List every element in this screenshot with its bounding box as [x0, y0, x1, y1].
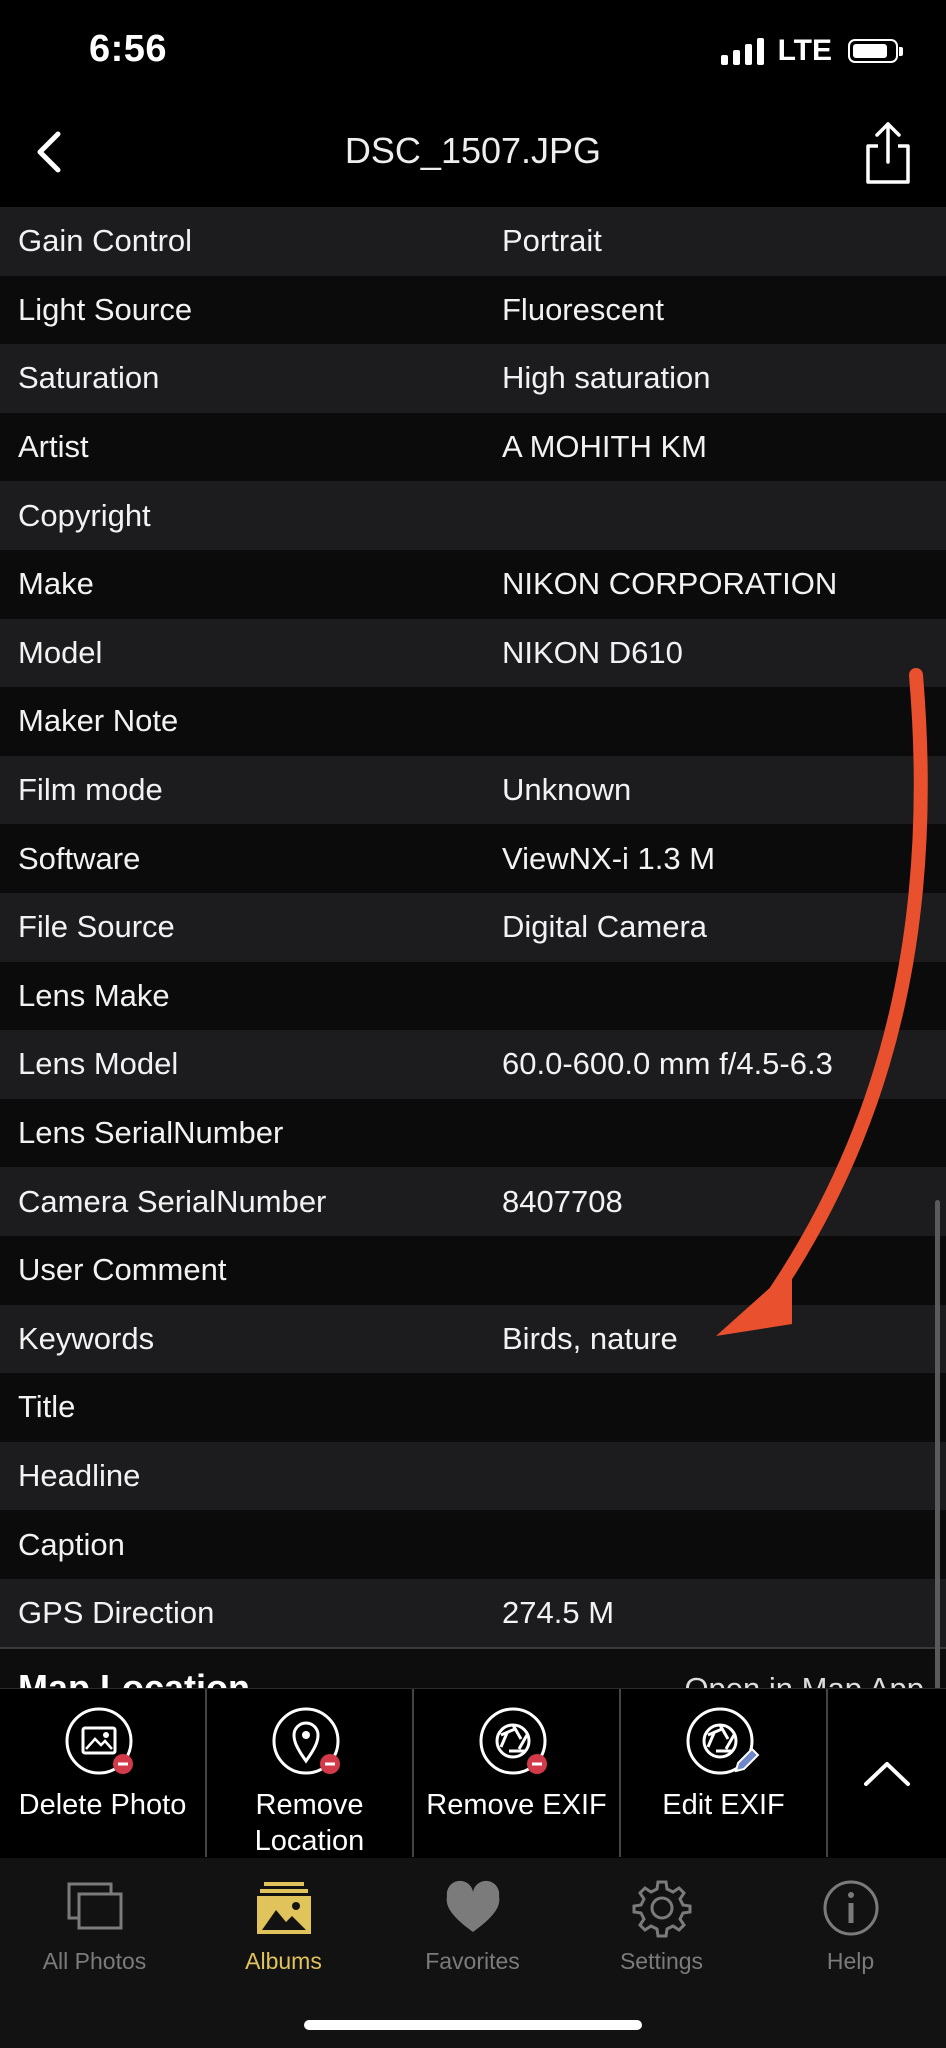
scrollbar[interactable] — [935, 1200, 940, 1695]
info-row-copyright: Copyright — [0, 481, 946, 550]
info-label: Title — [18, 1389, 76, 1425]
info-row-maker-note: Maker Note — [0, 687, 946, 756]
info-value: Birds, nature — [502, 1320, 678, 1356]
share-icon — [866, 122, 910, 184]
info-label: Software — [18, 840, 141, 876]
edit-exif-button[interactable]: Edit EXIF — [621, 1689, 828, 1857]
info-row-light-source: Light Source Fluorescent — [0, 275, 946, 345]
delete-photo-button[interactable]: Delete Photo — [0, 1689, 207, 1857]
info-row-headline: Headline — [0, 1441, 946, 1511]
info-row-title: Title — [0, 1373, 946, 1442]
status-indicators: LTE — [720, 34, 903, 68]
info-label: File Source — [18, 909, 175, 945]
status-time: 6:56 — [89, 28, 168, 70]
info-label: Maker Note — [18, 703, 179, 739]
info-label: Gain Control — [18, 223, 193, 259]
info-label: Film mode — [18, 772, 163, 808]
info-label: Lens SerialNumber — [18, 1115, 284, 1151]
info-row-keywords: Keywords Birds, nature — [0, 1304, 946, 1374]
info-row-make: Make NIKON CORPORATION — [0, 549, 946, 619]
info-label: Model — [18, 634, 103, 670]
info-label: Make — [18, 566, 94, 602]
tab-label: Help — [826, 1948, 875, 1974]
remove-location-label: Remove Location — [254, 1789, 365, 1857]
info-row-lens-model: Lens Model 60.0-600.0 mm f/4.5-6.3 — [0, 1030, 946, 1099]
info-row-file-source: File Source Digital Camera — [0, 892, 946, 962]
network-label: LTE — [777, 34, 832, 67]
info-row-camera-serial: Camera SerialNumber 8407708 — [0, 1167, 946, 1236]
info-value: Fluorescent — [502, 291, 664, 327]
delete-photo-label: Delete Photo — [18, 1789, 187, 1821]
info-label: Lens Make — [18, 977, 170, 1013]
share-button[interactable] — [858, 120, 918, 186]
home-indicator[interactable] — [304, 2020, 642, 2030]
info-value: NIKON CORPORATION — [502, 566, 838, 602]
page-title: DSC_1507.JPG — [344, 130, 602, 171]
albums-icon — [256, 1882, 311, 1934]
map-location-row: Map Location Open in Map App — [0, 1647, 946, 1692]
delete-photo-icon — [65, 1707, 141, 1783]
info-row-software: Software ViewNX-i 1.3 M — [0, 824, 946, 893]
tab-label: Favorites — [425, 1948, 520, 1974]
info-value: A MOHITH KM — [502, 429, 707, 465]
collapse-toolbar-button[interactable] — [828, 1689, 946, 1857]
battery-icon — [848, 39, 903, 63]
info-row-gain-control: Gain Control Portrait — [0, 207, 946, 276]
info-label: Saturation — [18, 360, 160, 396]
edit-exif-label: Edit EXIF — [662, 1789, 785, 1821]
signal-icon — [720, 37, 764, 65]
info-value: Unknown — [502, 772, 632, 808]
edit-exif-icon — [686, 1707, 762, 1783]
info-row-lens-make: Lens Make — [0, 961, 946, 1031]
remove-exif-label: Remove EXIF — [426, 1789, 607, 1821]
info-row-film-mode: Film mode Unknown — [0, 755, 946, 825]
exif-info-list[interactable]: Gain Control Portrait Light Source Fluores… — [0, 207, 946, 1692]
info-label: Copyright — [18, 497, 151, 533]
all-photos-icon — [67, 1882, 122, 1930]
info-label: Keywords — [18, 1320, 155, 1356]
tab-help[interactable]: Help — [756, 1858, 945, 2048]
heart-icon — [446, 1880, 499, 1932]
info-row-model: Model NIKON D610 — [0, 618, 946, 688]
remove-exif-icon — [479, 1707, 555, 1783]
info-row-lens-serial: Lens SerialNumber — [0, 1098, 946, 1168]
info-label: User Comment — [18, 1252, 227, 1288]
tab-label: Settings — [619, 1948, 704, 1974]
tab-label: Albums — [245, 1948, 322, 1974]
remove-location-icon — [272, 1707, 348, 1783]
tab-label: All Photos — [42, 1948, 147, 1974]
info-label: Artist — [18, 429, 89, 465]
nav-header: DSC_1507.JPG — [0, 100, 946, 205]
info-row-user-comment: User Comment — [0, 1235, 946, 1305]
info-row-gps-direction: GPS Direction 274.5 M — [0, 1578, 946, 1648]
remove-exif-button[interactable]: Remove EXIF — [414, 1689, 621, 1857]
info-value: ViewNX-i 1.3 M — [502, 840, 716, 876]
action-toolbar: Delete Photo Remove Location Remove EXIF… — [0, 1688, 946, 1857]
info-value: Portrait — [502, 223, 602, 259]
info-label: Light Source — [18, 291, 193, 327]
info-value: Digital Camera — [502, 909, 708, 945]
info-value: NIKON D610 — [502, 634, 683, 670]
info-icon — [823, 1880, 878, 1936]
info-label: Lens Model — [18, 1046, 179, 1082]
info-row-caption: Caption — [0, 1510, 946, 1579]
info-row-saturation: Saturation High saturation — [0, 344, 946, 413]
info-label: Camera SerialNumber — [18, 1183, 327, 1219]
info-label: GPS Direction — [18, 1595, 215, 1631]
info-label: Caption — [18, 1526, 125, 1562]
remove-location-button[interactable]: Remove Location — [207, 1689, 414, 1857]
info-value: 274.5 M — [502, 1595, 615, 1631]
info-row-artist: Artist A MOHITH KM — [0, 412, 946, 482]
info-value: High saturation — [502, 360, 711, 396]
tab-all-photos[interactable]: All Photos — [0, 1858, 189, 2048]
gear-icon — [632, 1880, 691, 1938]
chevron-up-icon — [864, 1762, 910, 1786]
info-value: 8407708 — [502, 1183, 623, 1219]
info-value: 60.0-600.0 mm f/4.5-6.3 — [502, 1046, 833, 1082]
info-label: Headline — [18, 1457, 141, 1493]
status-bar: 6:56 LTE — [0, 0, 946, 100]
